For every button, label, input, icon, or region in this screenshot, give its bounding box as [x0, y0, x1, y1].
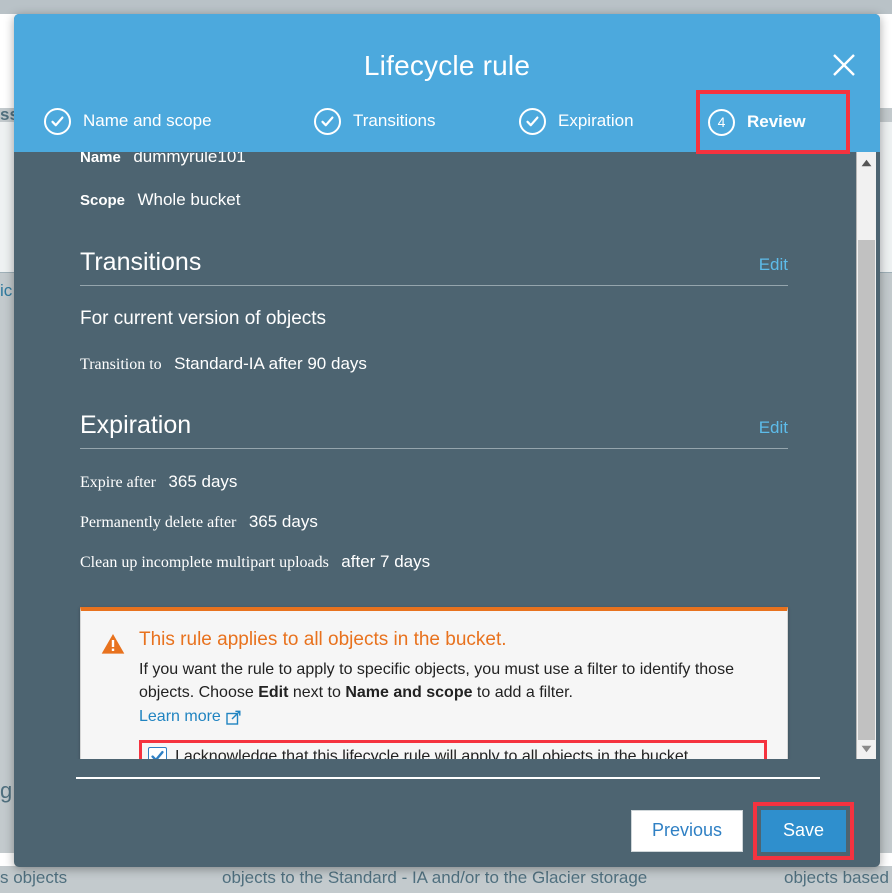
- expiration-value-0: 365 days: [168, 472, 238, 491]
- expiration-label-1: Permanently delete after: [80, 514, 237, 531]
- acknowledge-checkbox[interactable]: [148, 747, 167, 759]
- transitions-rule-value: Standard-IA after 90 days: [174, 354, 367, 373]
- step-label-transitions: Transitions: [353, 111, 436, 130]
- acknowledge-label[interactable]: I acknowledge that this lifecycle rule w…: [175, 748, 693, 759]
- scroll-up-arrow-icon[interactable]: [857, 154, 876, 171]
- summary-label-name: Name: [80, 152, 121, 166]
- transitions-rule-row: Transition to Standard-IA after 90 days: [80, 355, 788, 373]
- external-link-icon: [221, 710, 241, 725]
- expiration-value-2: after 7 days: [341, 552, 431, 571]
- modal-body: Name dummyrule101 Scope Whole bucket Tra…: [14, 152, 880, 759]
- warning-title: This rule applies to all objects in the …: [139, 629, 507, 650]
- step-label-expiration: Expiration: [558, 111, 634, 130]
- save-button-highlight: Save: [752, 802, 854, 860]
- summary-label-scope: Scope: [80, 192, 126, 209]
- step-indicator: Name and scope Transitions Expiration 4 …: [14, 90, 880, 154]
- sidebar-item-name-and-scope[interactable]: Name and scope: [36, 100, 220, 142]
- expiration-row-1: Permanently delete after 365 days: [80, 513, 788, 531]
- step-complete-icon-2: [314, 107, 341, 135]
- section-header-transitions: Transitions Edit: [80, 248, 788, 286]
- background-fragment-2: g: [0, 778, 13, 803]
- learn-more-link[interactable]: Learn more: [139, 708, 241, 726]
- warning-panel: This rule applies to all objects in the …: [80, 607, 788, 759]
- previous-button[interactable]: Previous: [630, 810, 743, 852]
- close-button[interactable]: [824, 45, 864, 85]
- background-fragment-4: objects to the Standard - IA and/or to t…: [222, 868, 648, 887]
- summary-value-scope: Whole bucket: [137, 190, 241, 209]
- lifecycle-rule-modal: Lifecycle rule Name and scope Transition…: [14, 14, 880, 867]
- expiration-row-0: Expire after 365 days: [80, 473, 788, 491]
- warning-body-part3: to add a filter.: [472, 683, 573, 701]
- edit-transitions-link[interactable]: Edit: [759, 255, 788, 275]
- warning-body-part2: next to: [288, 683, 346, 701]
- step-complete-icon-3: [519, 107, 546, 135]
- warning-body-bold-edit: Edit: [258, 683, 289, 701]
- background-fragment-5: objects based: [784, 868, 889, 887]
- sidebar-item-expiration[interactable]: Expiration: [511, 100, 642, 142]
- sidebar-item-review[interactable]: 4 Review: [696, 90, 850, 154]
- save-button[interactable]: Save: [760, 810, 846, 852]
- edit-expiration-link[interactable]: Edit: [759, 418, 788, 438]
- footer-divider: [76, 777, 820, 779]
- scroll-down-arrow-icon[interactable]: [857, 740, 876, 757]
- footer-buttons: Previous Save: [630, 802, 854, 860]
- step-complete-icon-1: [44, 107, 71, 135]
- expiration-label-0: Expire after: [80, 474, 156, 491]
- section-title-transitions: Transitions: [80, 248, 202, 276]
- step-number-4: 4: [717, 114, 726, 130]
- transitions-subheading: For current version of objects: [80, 308, 327, 329]
- warning-triangle-icon: [101, 633, 127, 655]
- step-label-name-and-scope: Name and scope: [83, 111, 212, 130]
- review-content: Name dummyrule101 Scope Whole bucket Tra…: [14, 152, 856, 759]
- step-number-badge-4: 4: [708, 108, 735, 136]
- warning-body: If you want the rule to apply to specifi…: [139, 659, 767, 704]
- expiration-row-2: Clean up incomplete multipart uploads af…: [80, 553, 788, 571]
- transitions-rule-label: Transition to: [80, 356, 162, 373]
- summary-value-name: dummyrule101: [133, 152, 246, 166]
- section-header-expiration: Expiration Edit: [80, 411, 788, 449]
- modal-header: Lifecycle rule Name and scope Transition…: [14, 14, 880, 154]
- content-scrollbar[interactable]: [856, 152, 876, 759]
- summary-row-scope: Scope Whole bucket: [80, 191, 788, 209]
- scrollbar-thumb[interactable]: [858, 240, 875, 740]
- section-title-expiration: Expiration: [80, 411, 192, 439]
- expiration-label-2: Clean up incomplete multipart uploads: [80, 554, 329, 571]
- close-icon: [829, 50, 859, 80]
- background-fragment-1[interactable]: ic: [0, 281, 12, 301]
- summary-row-name: Name dummyrule101: [80, 152, 788, 166]
- modal-footer: Previous Save: [14, 759, 880, 867]
- learn-more-label: Learn more: [139, 708, 221, 726]
- expiration-value-1: 365 days: [248, 512, 318, 531]
- background-fragment-3: s objects: [0, 868, 68, 887]
- warning-body-bold-name-and-scope: Name and scope: [345, 683, 473, 701]
- step-label-review: Review: [747, 112, 806, 131]
- sidebar-item-transitions[interactable]: Transitions: [306, 100, 444, 142]
- acknowledge-row[interactable]: I acknowledge that this lifecycle rule w…: [139, 740, 767, 759]
- modal-title: Lifecycle rule: [363, 50, 531, 81]
- background-strip-top: [0, 0, 892, 14]
- background-bottom-row: s objects objects to the Standard - IA a…: [0, 866, 892, 893]
